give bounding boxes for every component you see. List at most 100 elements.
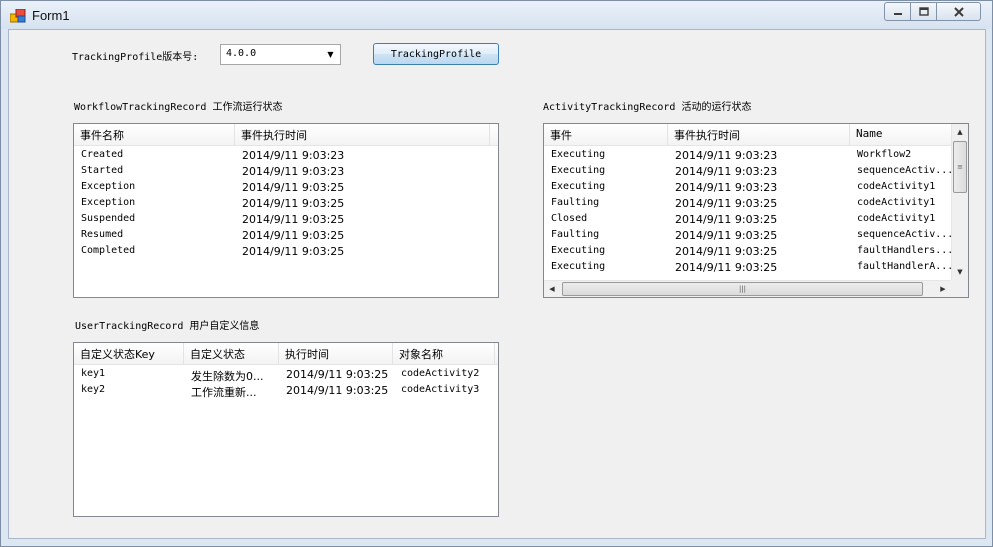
title-bar[interactable]: Form1 bbox=[1, 1, 992, 29]
table-cell: 2014/9/11 9:03:23 bbox=[242, 149, 345, 162]
table-cell: 2014/9/11 9:03:23 bbox=[675, 181, 778, 194]
user-listview[interactable]: 自定义状态Key 自定义状态 执行时间 对象名称 key1 发生除数为0... 20… bbox=[73, 342, 499, 517]
table-cell: key2 bbox=[81, 384, 106, 395]
activity-table-row[interactable]: Executing 2014/9/11 9:03:25 faultHandlers.… bbox=[544, 244, 968, 260]
table-cell: 2014/9/11 9:03:25 bbox=[242, 181, 345, 194]
workflow-section-title: WorkflowTrackingRecord 工作流运行状态 bbox=[74, 102, 283, 113]
activity-vertical-scrollbar[interactable]: ▲ ≡ ▼ bbox=[951, 124, 968, 280]
table-cell: 2014/9/11 9:03:25 bbox=[675, 213, 778, 226]
table-cell: 2014/9/11 9:03:25 bbox=[242, 197, 345, 210]
workflow-listview[interactable]: 事件名称 事件执行时间 Created 2014/9/11 9:03:23 Star… bbox=[73, 123, 499, 298]
minimize-button[interactable] bbox=[884, 2, 911, 21]
scroll-left-icon[interactable]: ◀ bbox=[544, 281, 560, 297]
table-cell: 2014/9/11 9:03:25 bbox=[675, 261, 778, 274]
table-cell: key1 bbox=[81, 368, 106, 379]
table-cell: Executing bbox=[551, 149, 606, 160]
table-cell: faultHandlerA... bbox=[857, 261, 951, 272]
scroll-right-icon[interactable]: ▶ bbox=[935, 281, 951, 297]
activity-table-row[interactable]: Executing 2014/9/11 9:03:23 codeActivity1 bbox=[544, 180, 968, 196]
table-cell: Suspended bbox=[81, 213, 136, 224]
form-client-area: TrackingProfile版本号: 4.0.0 ▼ TrackingProf… bbox=[8, 29, 986, 539]
activity-table-row[interactable]: Executing 2014/9/11 9:03:23 sequenceActiv.… bbox=[544, 164, 968, 180]
table-cell: Resumed bbox=[81, 229, 124, 240]
workflow-listview-header: 事件名称 事件执行时间 bbox=[74, 124, 498, 146]
table-cell: 2014/9/11 9:03:25 bbox=[242, 213, 345, 226]
activity-listview-header: 事件 事件执行时间 Name bbox=[544, 124, 952, 146]
workflow-table-row[interactable]: Suspended 2014/9/11 9:03:25 bbox=[74, 212, 498, 228]
table-cell: sequenceActiv... bbox=[857, 229, 951, 240]
table-cell: Faulting bbox=[551, 229, 600, 240]
table-cell: codeActivity1 bbox=[857, 213, 936, 224]
activity-table-row[interactable]: Faulting 2014/9/11 9:03:25 sequenceActiv..… bbox=[544, 228, 968, 244]
user-col-state-key[interactable]: 自定义状态Key bbox=[74, 343, 184, 365]
table-cell: 2014/9/11 9:03:25 bbox=[675, 197, 778, 210]
table-cell: Workflow2 bbox=[857, 149, 912, 160]
table-cell: 2014/9/11 9:03:23 bbox=[675, 149, 778, 162]
close-button[interactable] bbox=[937, 2, 981, 21]
table-cell: Executing bbox=[551, 261, 606, 272]
user-col-object-name[interactable]: 对象名称 bbox=[393, 343, 495, 365]
user-col-state[interactable]: 自定义状态 bbox=[184, 343, 279, 365]
table-cell: 2014/9/11 9:03:23 bbox=[675, 165, 778, 178]
app-icon bbox=[10, 9, 26, 23]
user-table-row[interactable]: key2 工作流重新... 2014/9/11 9:03:25 codeActivit… bbox=[74, 383, 498, 399]
version-label: TrackingProfile版本号: bbox=[72, 52, 199, 63]
table-cell: Completed bbox=[81, 245, 136, 256]
table-cell: Exception bbox=[81, 181, 136, 192]
scroll-down-icon[interactable]: ▼ bbox=[952, 264, 968, 280]
table-cell: 工作流重新... bbox=[191, 386, 257, 399]
table-cell: codeActivity2 bbox=[401, 368, 480, 379]
workflow-table-row[interactable]: Exception 2014/9/11 9:03:25 bbox=[74, 196, 498, 212]
scrollbar-corner bbox=[951, 280, 968, 297]
table-cell: Executing bbox=[551, 181, 606, 192]
table-cell: 2014/9/11 9:03:25 bbox=[675, 229, 778, 242]
scroll-thumb[interactable]: ≡ bbox=[953, 141, 967, 193]
table-cell: sequenceActiv... bbox=[857, 165, 951, 176]
activity-col-name[interactable]: Name bbox=[850, 124, 952, 146]
user-table-row[interactable]: key1 发生除数为0... 2014/9/11 9:03:25 codeActivi… bbox=[74, 367, 498, 383]
workflow-table-row[interactable]: Completed 2014/9/11 9:03:25 bbox=[74, 244, 498, 260]
activity-col-event-time[interactable]: 事件执行时间 bbox=[668, 124, 850, 146]
activity-listview[interactable]: 事件 事件执行时间 Name Executing 2014/9/11 9:03:2… bbox=[543, 123, 969, 298]
table-cell: 发生除数为0... bbox=[191, 370, 264, 383]
table-cell: Exception bbox=[81, 197, 136, 208]
table-cell: Closed bbox=[551, 213, 588, 224]
workflow-col-event-name[interactable]: 事件名称 bbox=[74, 124, 235, 146]
window-title: Form1 bbox=[32, 8, 70, 23]
user-col-exec-time[interactable]: 执行时间 bbox=[279, 343, 393, 365]
table-cell: Created bbox=[81, 149, 124, 160]
form-window: Form1 TrackingProfile版本号: 4.0.0 ▼ Tracki… bbox=[0, 0, 993, 547]
table-cell: 2014/9/11 9:03:25 bbox=[242, 229, 345, 242]
table-cell: faultHandlers... bbox=[857, 245, 951, 256]
table-cell: Faulting bbox=[551, 197, 600, 208]
user-section-title: UserTrackingRecord 用户自定义信息 bbox=[75, 321, 260, 332]
table-cell: Executing bbox=[551, 165, 606, 176]
activity-table-row[interactable]: Closed 2014/9/11 9:03:25 codeActivity1 bbox=[544, 212, 968, 228]
workflow-table-row[interactable]: Started 2014/9/11 9:03:23 bbox=[74, 164, 498, 180]
scroll-up-icon[interactable]: ▲ bbox=[952, 124, 968, 140]
workflow-col-event-time[interactable]: 事件执行时间 bbox=[235, 124, 490, 146]
maximize-button[interactable] bbox=[911, 2, 937, 21]
chevron-down-icon[interactable]: ▼ bbox=[323, 47, 338, 62]
activity-section-title: ActivityTrackingRecord 活动的运行状态 bbox=[543, 102, 752, 113]
table-cell: 2014/9/11 9:03:25 bbox=[286, 368, 389, 381]
activity-horizontal-scrollbar[interactable]: ◀ ||| ▶ bbox=[544, 280, 951, 297]
table-cell: 2014/9/11 9:03:25 bbox=[242, 245, 345, 258]
table-cell: Started bbox=[81, 165, 124, 176]
maximize-icon bbox=[918, 7, 929, 16]
version-combobox[interactable]: 4.0.0 ▼ bbox=[220, 44, 341, 65]
workflow-table-row[interactable]: Created 2014/9/11 9:03:23 bbox=[74, 148, 498, 164]
close-icon bbox=[953, 6, 964, 17]
activity-col-event[interactable]: 事件 bbox=[544, 124, 668, 146]
table-cell: Executing bbox=[551, 245, 606, 256]
table-cell: codeActivity1 bbox=[857, 181, 936, 192]
activity-table-row[interactable]: Executing 2014/9/11 9:03:25 faultHandlerA.… bbox=[544, 260, 968, 276]
table-cell: codeActivity3 bbox=[401, 384, 480, 395]
workflow-table-row[interactable]: Resumed 2014/9/11 9:03:25 bbox=[74, 228, 498, 244]
scroll-thumb[interactable]: ||| bbox=[562, 282, 923, 296]
tracking-profile-button[interactable]: TrackingProfile bbox=[373, 43, 499, 65]
workflow-table-row[interactable]: Exception 2014/9/11 9:03:25 bbox=[74, 180, 498, 196]
activity-table-row[interactable]: Executing 2014/9/11 9:03:23 Workflow2 bbox=[544, 148, 968, 164]
user-listview-header: 自定义状态Key 自定义状态 执行时间 对象名称 bbox=[74, 343, 498, 365]
activity-table-row[interactable]: Faulting 2014/9/11 9:03:25 codeActivity1 bbox=[544, 196, 968, 212]
